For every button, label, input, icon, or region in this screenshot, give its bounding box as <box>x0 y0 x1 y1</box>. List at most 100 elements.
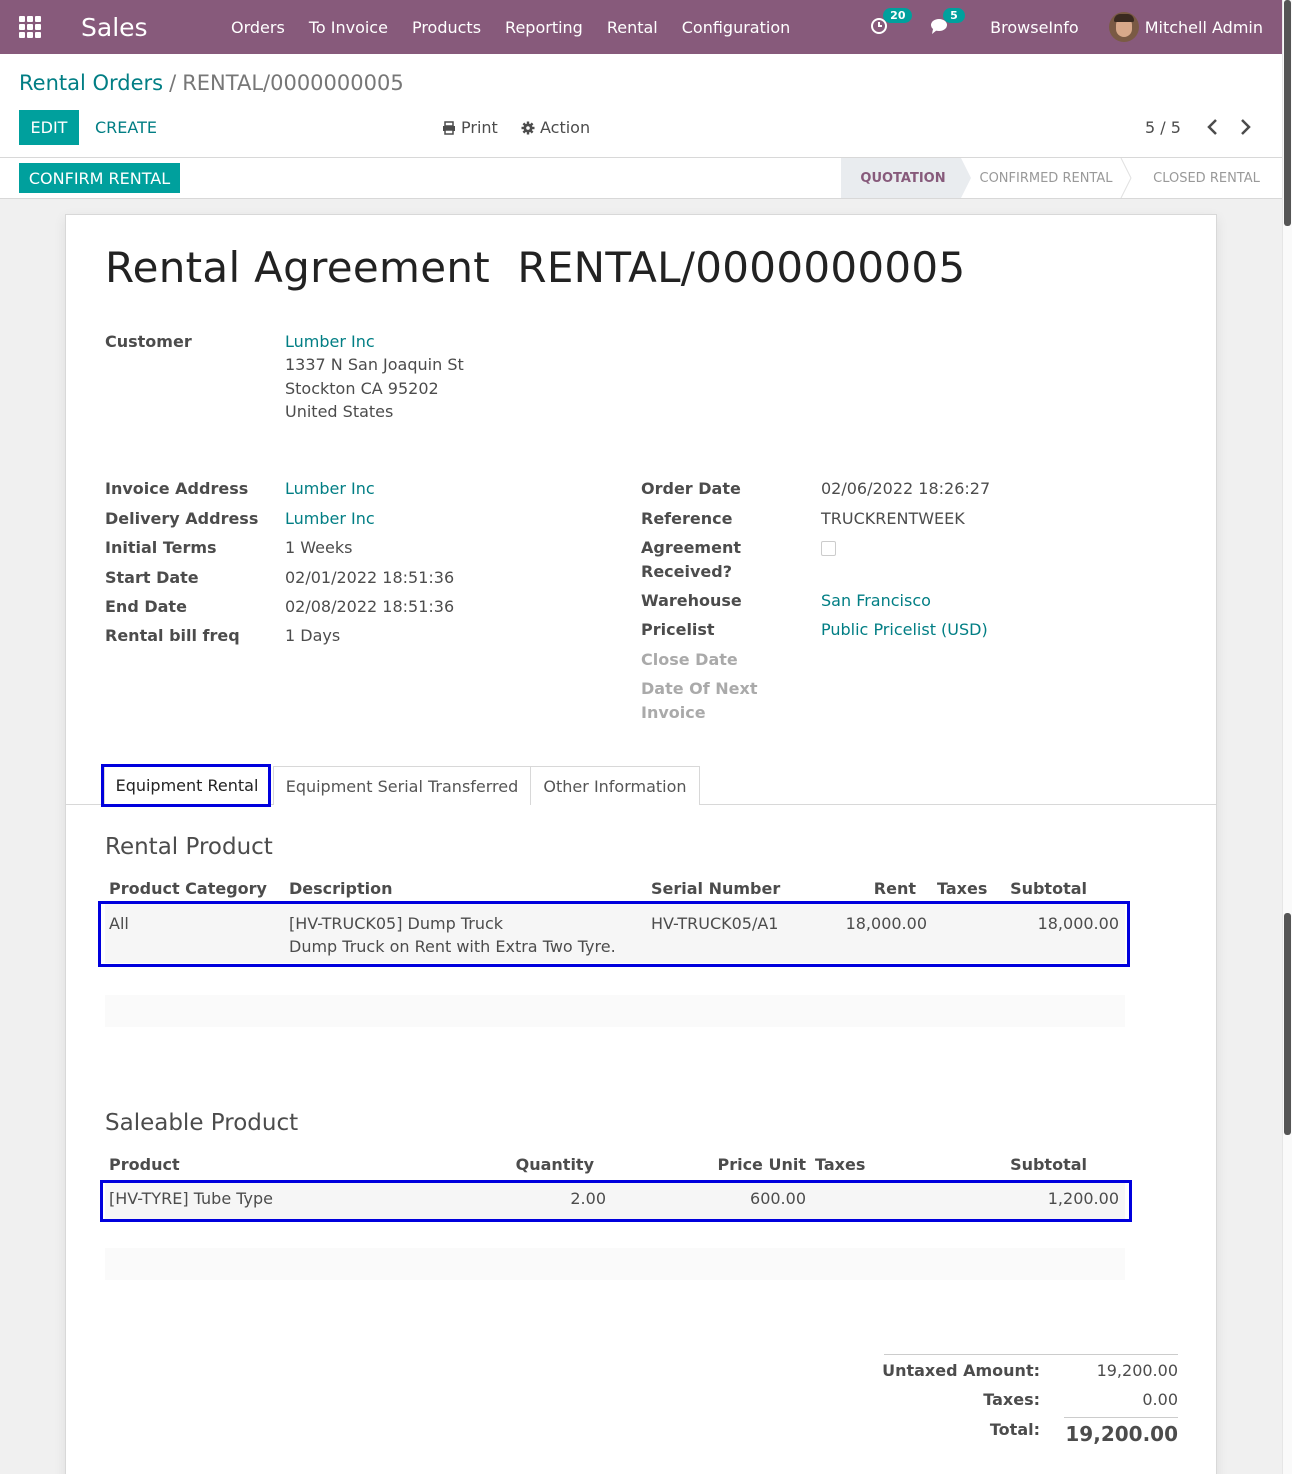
chevron-right-icon[interactable] <box>1237 118 1253 136</box>
create-button[interactable]: CREATE <box>95 110 157 145</box>
agreement-received-label: Received? <box>641 562 733 581</box>
col-product-category[interactable]: Product Category <box>109 879 267 898</box>
stage-closed-label: CLOSED RENTAL <box>1153 170 1260 186</box>
main-menu: Orders To Invoice Products Reporting Ren… <box>219 18 802 37</box>
action-label: Action <box>540 118 591 137</box>
menu-rental[interactable]: Rental <box>595 18 670 37</box>
delivery-address-link[interactable]: Lumber Inc <box>285 509 375 528</box>
col-subtotal[interactable]: Subtotal <box>986 879 1087 898</box>
col-product[interactable]: Product <box>109 1155 180 1174</box>
col-serial-number[interactable]: Serial Number <box>651 879 780 898</box>
invoice-address-link[interactable]: Lumber Inc <box>285 479 375 498</box>
untaxed-amount-label: Untaxed Amount: <box>882 1361 1040 1380</box>
stage-pipeline: QUOTATION CONFIRMED RENTAL CLOSED RENTAL <box>841 158 1282 198</box>
edit-button[interactable]: EDIT <box>19 110 79 145</box>
breadcrumb-separator: / <box>169 71 177 95</box>
customer-link[interactable]: Lumber Inc <box>285 332 375 351</box>
print-button[interactable]: Print <box>442 110 498 145</box>
breadcrumb: Rental Orders / RENTAL/0000000005 <box>19 71 404 95</box>
stage-quotation-label: QUOTATION <box>860 170 946 186</box>
stage-confirmed-rental[interactable]: CONFIRMED RENTAL <box>961 158 1132 198</box>
pricelist-link[interactable]: Public Pricelist (USD) <box>821 620 988 639</box>
highlight-box <box>100 1180 1132 1222</box>
navbar-systray: 20 5 BrowseInfo Mitchell Admin <box>870 0 1282 54</box>
breadcrumb-current: RENTAL/0000000005 <box>182 71 404 95</box>
stage-quotation[interactable]: QUOTATION <box>841 158 971 198</box>
total-label: Total: <box>989 1420 1040 1439</box>
col-price-unit[interactable]: Price Unit <box>686 1155 806 1174</box>
apps-grid-icon[interactable] <box>19 16 41 38</box>
pricelist-label: Pricelist <box>641 620 715 639</box>
print-label: Print <box>461 118 498 137</box>
menu-to-invoice[interactable]: To Invoice <box>297 18 400 37</box>
col-taxes[interactable]: Taxes <box>815 1155 865 1174</box>
customer-address-line: 1337 N San Joaquin St <box>285 355 464 374</box>
initial-terms-value: 1 Weeks <box>285 538 353 557</box>
user-menu[interactable]: Mitchell Admin <box>1145 18 1263 37</box>
col-quantity[interactable]: Quantity <box>486 1155 594 1174</box>
end-date-label: End Date <box>105 597 187 616</box>
col-taxes[interactable]: Taxes <box>937 879 987 898</box>
total-divider <box>1064 1417 1178 1418</box>
activity-button[interactable]: 20 <box>870 8 913 37</box>
tab-equipment-serial-transferred[interactable]: Equipment Serial Transferred <box>273 766 531 805</box>
saleable-product-title: Saleable Product <box>105 1110 299 1136</box>
app-name[interactable]: Sales <box>81 13 201 42</box>
col-rent[interactable]: Rent <box>846 879 916 898</box>
col-subtotal[interactable]: Subtotal <box>986 1155 1087 1174</box>
menu-products[interactable]: Products <box>400 18 493 37</box>
untaxed-amount-value: 19,200.00 <box>1096 1361 1178 1380</box>
customer-address-line: Stockton CA 95202 <box>285 379 439 398</box>
initial-terms-label: Initial Terms <box>105 538 217 557</box>
next-invoice-date-label: Date Of Next <box>641 679 758 698</box>
scrollbar-thumb[interactable] <box>1284 913 1291 1135</box>
messages-button[interactable]: 5 <box>930 8 965 37</box>
highlight-box <box>101 764 271 807</box>
menu-orders[interactable]: Orders <box>219 18 297 37</box>
next-invoice-date-label: Invoice <box>641 703 706 722</box>
company-switcher[interactable]: BrowseInfo <box>990 18 1079 37</box>
form-sheet: Rental Agreement RENTAL/0000000005 Custo… <box>65 214 1217 1474</box>
close-date-label: Close Date <box>641 650 738 669</box>
taxes-value: 0.00 <box>1142 1390 1178 1409</box>
customer-address-line: United States <box>285 402 394 421</box>
totals-divider <box>884 1354 1178 1355</box>
warehouse-link[interactable]: San Francisco <box>821 591 931 610</box>
end-date-value: 02/08/2022 18:51:36 <box>285 597 455 616</box>
empty-row <box>105 995 1125 1027</box>
agreement-received-checkbox[interactable] <box>821 541 836 556</box>
pager-value[interactable]: 5 / 5 <box>1145 110 1181 145</box>
col-description[interactable]: Description <box>289 879 392 898</box>
user-avatar[interactable] <box>1108 12 1139 42</box>
taxes-label: Taxes: <box>983 1390 1040 1409</box>
action-button[interactable]: Action <box>521 110 590 145</box>
start-date-label: Start Date <box>105 568 199 587</box>
stage-confirmed-label: CONFIRMED RENTAL <box>979 170 1113 186</box>
gear-icon <box>521 121 535 134</box>
menu-reporting[interactable]: Reporting <box>493 18 595 37</box>
breadcrumb-rental-orders[interactable]: Rental Orders <box>19 71 163 95</box>
scrollbar-thumb-top[interactable] <box>1284 0 1291 226</box>
tab-other-information[interactable]: Other Information <box>530 766 700 805</box>
print-icon <box>443 120 455 135</box>
message-count-badge: 5 <box>943 8 965 23</box>
empty-row <box>105 1248 1125 1280</box>
delivery-address-label: Delivery Address <box>105 509 259 528</box>
status-bar: CONFIRM RENTAL QUOTATION CONFIRMED RENTA… <box>0 158 1282 199</box>
agreement-received-label: Agreement <box>641 538 741 557</box>
invoice-address-label: Invoice Address <box>105 479 249 498</box>
rental-product-title: Rental Product <box>105 834 273 860</box>
activity-count-badge: 20 <box>883 8 913 23</box>
stage-closed-rental[interactable]: CLOSED RENTAL <box>1131 158 1282 198</box>
rental-bill-freq-label: Rental bill freq <box>105 626 240 645</box>
reference-label: Reference <box>641 509 733 528</box>
customer-label: Customer <box>105 332 192 351</box>
confirm-rental-button[interactable]: CONFIRM RENTAL <box>19 163 180 193</box>
highlight-box <box>98 901 1130 967</box>
chevron-left-icon[interactable] <box>1205 118 1221 136</box>
control-panel: Rental Orders / RENTAL/0000000005 EDIT CRE… <box>0 54 1282 158</box>
reference-value: TRUCKRENTWEEK <box>821 509 965 528</box>
order-date-value: 02/06/2022 18:26:27 <box>821 479 991 498</box>
menu-configuration[interactable]: Configuration <box>670 18 803 37</box>
start-date-value: 02/01/2022 18:51:36 <box>285 568 455 587</box>
